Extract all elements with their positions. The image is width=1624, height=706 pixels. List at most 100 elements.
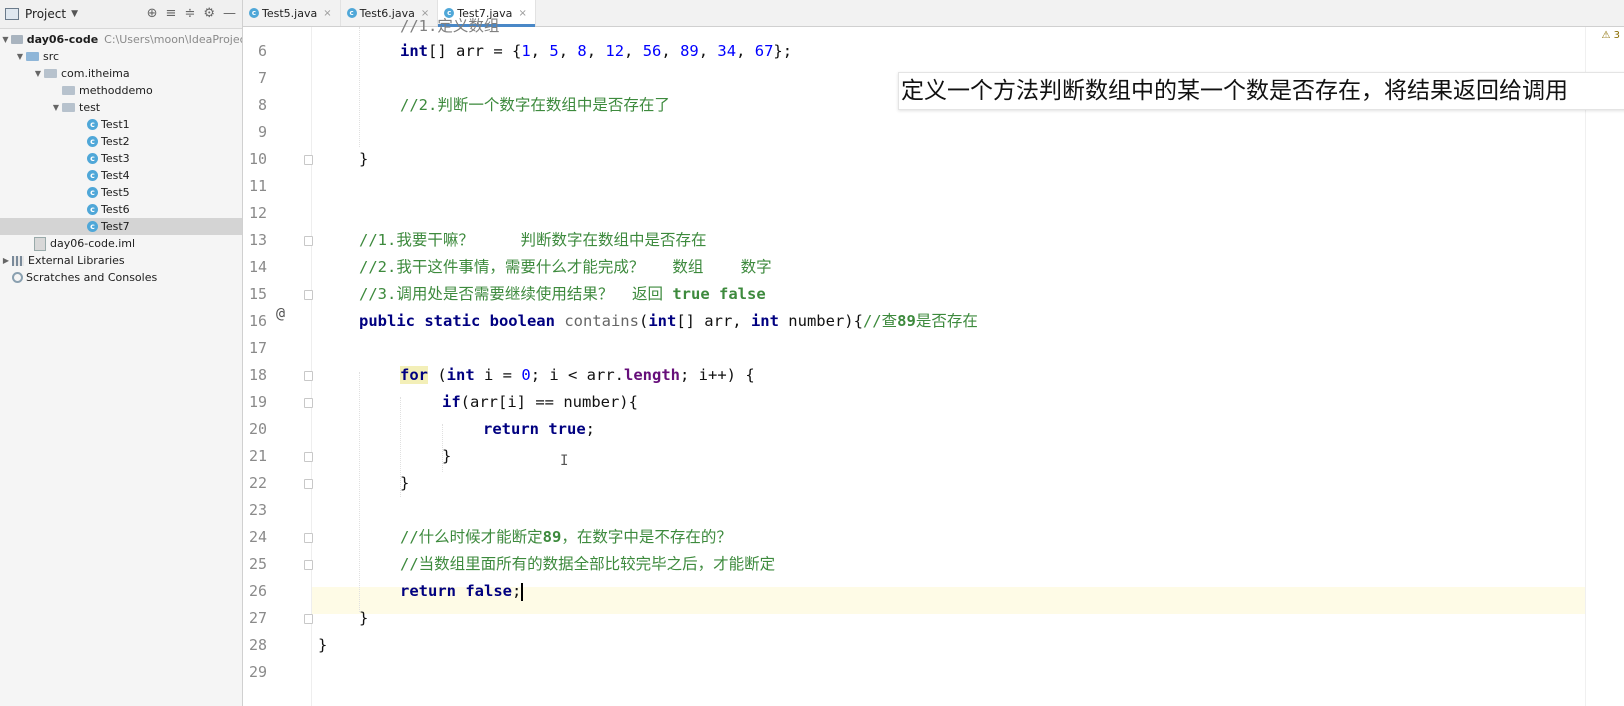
tree-item-package[interactable]: ▼ com.itheima [0, 65, 242, 82]
indent-guide [359, 372, 360, 612]
tree-item-label: External Libraries [28, 254, 125, 267]
tab-test5[interactable]: c Test5.java × [243, 0, 341, 26]
project-icon [5, 8, 19, 20]
tree-item-label: src [43, 50, 60, 63]
tree-item-label: Test4 [101, 169, 130, 182]
keyword: return [400, 582, 456, 600]
tree-item-test2[interactable]: c Test2 [0, 133, 242, 150]
comment-text: 89 [542, 528, 562, 546]
chevron-down-icon[interactable]: ▼ [14, 52, 26, 61]
class-icon: c [346, 8, 357, 18]
tree-item-label: Scratches and Consoles [26, 271, 158, 284]
code-text: [] arr = { [428, 42, 522, 60]
code-line-19: if(arr[i] == number){ [442, 389, 638, 416]
tree-item-external-libraries[interactable]: ▶ External Libraries [0, 252, 242, 269]
locate-icon[interactable]: ⊕ [147, 6, 158, 21]
tree-item-label: Test6 [101, 203, 130, 216]
tree-item-scratches[interactable]: Scratches and Consoles [0, 269, 242, 286]
source-folder-icon [26, 52, 39, 61]
tree-item-test6[interactable]: c Test6 [0, 201, 242, 218]
line-number: 15 [248, 285, 267, 303]
tree-item-label: com.itheima [61, 67, 130, 80]
module-folder-icon [10, 35, 23, 44]
code-text: i = [474, 366, 522, 384]
line-number: 7 [257, 69, 267, 87]
tree-item-iml[interactable]: day06-code.iml [0, 235, 242, 252]
number-literal: 8 [577, 42, 587, 60]
code-editor[interactable]: 6 7 8 9 10 11 12 13 14 15 16 17 18 19 20… [243, 17, 1624, 706]
line-number: 17 [248, 339, 267, 357]
code-text: ; [585, 420, 596, 438]
code-text: ( [638, 312, 649, 330]
tree-item-test1[interactable]: c Test1 [0, 116, 242, 133]
line-number: 14 [248, 258, 267, 276]
code-text: ; i < arr. [530, 366, 625, 384]
code-line-14: //2.我干这件事情，需要什么才能完成？ 数组 数字 [359, 258, 772, 276]
chevron-down-icon[interactable]: ▼ [71, 9, 78, 19]
tree-item-test[interactable]: ▼ test [0, 99, 242, 116]
comment-text: ，在数字中是不存在的？ [561, 528, 732, 546]
class-icon: c [87, 204, 98, 215]
tree-item-test7[interactable]: c Test7 [0, 218, 242, 235]
minimize-icon[interactable]: — [223, 6, 236, 21]
number-literal: 67 [754, 42, 774, 60]
tree-item-label: Test7 [101, 220, 130, 233]
line-number: 18 [248, 366, 267, 384]
comment-text: //查 [862, 312, 898, 330]
line-number: 21 [248, 447, 267, 465]
line-number: 24 [248, 528, 267, 546]
line-gutter: 6 7 8 9 10 11 12 13 14 15 16 17 18 19 20… [243, 27, 313, 706]
keyword: if [442, 393, 461, 411]
line-number: 6 [257, 42, 267, 60]
scratches-icon [12, 272, 23, 283]
code-line-28: } [318, 636, 328, 654]
method-name: contains [564, 312, 639, 330]
number-literal: 12 [605, 42, 625, 60]
code-line-10: } [359, 150, 369, 168]
chevron-down-icon[interactable]: ▼ [32, 69, 44, 78]
tree-item-test4[interactable]: c Test4 [0, 167, 242, 184]
class-icon: c [87, 221, 98, 232]
tree-item-label: Test1 [101, 118, 130, 131]
warning-count-badge[interactable]: ⚠ 3 [1601, 30, 1620, 41]
class-icon: c [87, 136, 98, 147]
expand-all-icon[interactable]: ≡ [166, 6, 177, 21]
line-number: 9 [257, 123, 267, 141]
code-line-24: //什么时候才能断定89，在数字中是不存在的？ [400, 524, 732, 551]
tree-item-test5[interactable]: c Test5 [0, 184, 242, 201]
tree-item-label: day06-code [26, 33, 99, 46]
keyword: int [750, 312, 779, 330]
iml-file-icon [34, 236, 46, 251]
package-icon [44, 69, 57, 78]
chevron-right-icon[interactable]: ▶ [0, 256, 12, 265]
project-toolbar: ⊕ ≡ ≑ ⚙ — [147, 6, 236, 21]
keyword: true [548, 420, 586, 438]
tree-item-methoddemo[interactable]: methoddemo [0, 82, 242, 99]
project-panel-title[interactable]: Project [25, 7, 66, 21]
tree-item-project-root[interactable]: ▼ day06-code C:\Users\moon\IdeaProjects [0, 31, 242, 48]
class-icon: c [87, 187, 98, 198]
annotation-icon[interactable]: @ [276, 304, 285, 322]
code-area[interactable]: //1.定义数组 int[] arr = {1, 5, 8, 12, 56, 8… [312, 17, 1624, 706]
collapse-all-icon[interactable]: ≑ [184, 6, 195, 21]
keyword: false [465, 582, 513, 600]
code-text: ; i++) { [680, 366, 755, 384]
code-line-13: //1.我要干嘛？ 判断数字在数组中是否存在 [359, 231, 707, 249]
number-literal: 1 [521, 42, 531, 60]
tree-item-src[interactable]: ▼ src [0, 48, 242, 65]
code-line-6: int[] arr = {1, 5, 8, 12, 56, 89, 34, 67… [400, 42, 793, 60]
number-literal: 0 [521, 366, 531, 384]
error-stripe[interactable]: ⚠ 3 [1585, 27, 1624, 706]
number-literal: 5 [549, 42, 559, 60]
close-icon[interactable]: × [518, 8, 526, 19]
line-number: 13 [248, 231, 267, 249]
chevron-down-icon[interactable]: ▼ [0, 35, 11, 44]
code-line-26: return false; [400, 578, 524, 605]
close-icon[interactable]: × [323, 8, 331, 19]
chevron-down-icon[interactable]: ▼ [50, 103, 62, 112]
comment-text: //什么时候才能断定 [400, 528, 543, 546]
gear-icon[interactable]: ⚙ [203, 6, 215, 21]
subtitle-overlay: 定义一个方法判断数组中的某一个数是否存在，将结果返回给调用 [898, 72, 1624, 110]
tree-item-test3[interactable]: c Test3 [0, 150, 242, 167]
keyword: int [446, 366, 475, 384]
